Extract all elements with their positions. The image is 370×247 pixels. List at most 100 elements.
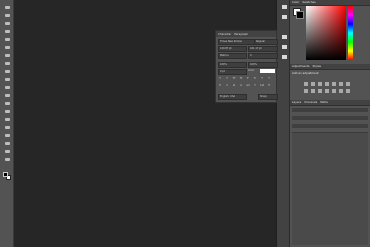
font-style-field[interactable]: Regular [254, 39, 278, 45]
adjustment-icons-grid [304, 82, 351, 93]
color-balance-icon[interactable] [346, 82, 350, 86]
brush-panel-icon[interactable] [280, 34, 288, 40]
levels-icon[interactable] [311, 82, 315, 86]
font-size-field[interactable]: 120.87 pt [218, 46, 247, 52]
eyedropper-glyph [4, 46, 10, 49]
hand-tool-icon[interactable] [3, 149, 11, 154]
strikethrough-button[interactable]: T [267, 77, 271, 81]
underline-button[interactable]: T [260, 77, 264, 81]
threshold-icon[interactable] [346, 89, 350, 93]
tab-channels[interactable]: Channels [304, 100, 317, 105]
ordinals-button[interactable]: 1st [260, 84, 264, 88]
lasso-glyph [4, 22, 10, 25]
crop-glyph [4, 38, 10, 41]
old-style-button[interactable]: ơ [225, 84, 229, 88]
horizontal-scale-field[interactable]: 100% [248, 62, 278, 68]
path-select-tool-icon[interactable] [3, 133, 11, 138]
faux-bold-button[interactable]: T [218, 77, 222, 81]
healing-tool-icon[interactable] [3, 53, 11, 58]
move-tool-icon[interactable] [3, 5, 11, 10]
titling-alternates-button[interactable]: T [253, 84, 257, 88]
properties-icon[interactable] [280, 14, 288, 20]
adjustments-hint: Add an adjustment [292, 71, 319, 75]
type-tool-icon[interactable] [3, 125, 11, 130]
discretionary-ligature-button[interactable]: st [232, 84, 236, 88]
tab-layers[interactable]: Layers [292, 100, 301, 105]
zoom-glyph [4, 158, 10, 161]
tab-paragraph[interactable]: Paragraph [234, 32, 248, 36]
pen-tool-icon[interactable] [3, 117, 11, 122]
color-label: Color: [248, 69, 256, 72]
background-color-swatch[interactable] [296, 11, 304, 19]
faux-italic-button[interactable]: T [225, 77, 229, 81]
text-color-swatch[interactable] [260, 69, 275, 73]
vertical-scale-field[interactable]: 100% [218, 62, 247, 68]
marquee-glyph [4, 14, 10, 17]
marquee-tool-icon[interactable] [3, 13, 11, 18]
exposure-icon[interactable] [325, 82, 329, 86]
blur-tool-icon[interactable] [3, 101, 11, 106]
dodge-tool-icon[interactable] [3, 109, 11, 114]
layers-list[interactable] [292, 132, 368, 245]
hand-glyph [4, 150, 10, 153]
kerning-field[interactable]: Metrics [218, 53, 247, 59]
baseline-shift-field[interactable]: 0 pt [218, 69, 247, 75]
antialias-select[interactable]: Sharp [258, 94, 278, 100]
character-panel-tabs: Character Paragraph [216, 31, 276, 37]
history-tool-icon[interactable] [3, 77, 11, 82]
subscript-button[interactable]: T₁ [253, 77, 257, 81]
photo-filter-icon[interactable] [311, 89, 315, 93]
brush-tool-icon[interactable] [3, 61, 11, 66]
toolbar-foreground-swatch[interactable] [3, 172, 8, 177]
invert-icon[interactable] [332, 89, 336, 93]
eraser-glyph [4, 86, 10, 89]
superscript-button[interactable]: T¹ [246, 77, 250, 81]
curves-icon[interactable] [318, 82, 322, 86]
stylistic-alternates-button[interactable]: ad [246, 84, 250, 88]
brightness-icon[interactable] [304, 82, 308, 86]
character-panel-icon[interactable] [280, 44, 288, 50]
tab-swatches[interactable]: Swatches [302, 0, 315, 5]
hue-saturation-icon[interactable] [339, 82, 343, 86]
eyedropper-tool-icon[interactable] [3, 45, 11, 50]
tools-panel [0, 0, 14, 247]
tracking-field[interactable]: 0 [248, 53, 278, 59]
brush-glyph [4, 62, 10, 65]
small-caps-button[interactable]: Tt [239, 77, 243, 81]
color-lookup-icon[interactable] [325, 89, 329, 93]
swash-button[interactable]: A [239, 84, 243, 88]
language-select[interactable]: English: USA [218, 94, 247, 100]
font-family-field[interactable]: Times New Roman [218, 39, 255, 45]
black-white-icon[interactable] [304, 89, 308, 93]
gradient-tool-icon[interactable] [3, 93, 11, 98]
channel-mixer-icon[interactable] [318, 89, 322, 93]
all-caps-button[interactable]: TT [232, 77, 236, 81]
tab-styles[interactable]: Styles [313, 64, 321, 69]
layers-panel-tabs: Layers Channels Paths [290, 100, 370, 106]
ligature-button[interactable]: fi [218, 84, 222, 88]
style-buttons-row: T T TT Tt T¹ T₁ T T [218, 77, 276, 81]
tab-character[interactable]: Character [218, 32, 231, 36]
posterize-icon[interactable] [339, 89, 343, 93]
hue-slider[interactable] [348, 6, 353, 60]
quick-select-tool-icon[interactable] [3, 29, 11, 34]
lock-row[interactable] [292, 124, 368, 128]
paragraph-panel-icon[interactable] [280, 54, 288, 60]
tab-paths[interactable]: Paths [320, 100, 328, 105]
clone-tool-icon[interactable] [3, 69, 11, 74]
shape-tool-icon[interactable] [3, 141, 11, 146]
leading-field[interactable]: 161.17 pt [248, 46, 278, 52]
tab-color[interactable]: Color [292, 0, 299, 5]
eraser-tool-icon[interactable] [3, 85, 11, 90]
zoom-tool-icon[interactable] [3, 157, 11, 162]
clone-glyph [4, 70, 10, 73]
history-icon[interactable] [280, 4, 288, 10]
tab-adjustments[interactable]: Adjustments [292, 64, 310, 69]
vibrance-icon[interactable] [332, 82, 336, 86]
layer-filter-bar[interactable] [292, 108, 368, 112]
color-picker-field[interactable] [306, 6, 346, 60]
blend-mode-row[interactable] [292, 116, 368, 120]
lasso-tool-icon[interactable] [3, 21, 11, 26]
crop-tool-icon[interactable] [3, 37, 11, 42]
fractions-button[interactable]: ½ [267, 84, 271, 88]
